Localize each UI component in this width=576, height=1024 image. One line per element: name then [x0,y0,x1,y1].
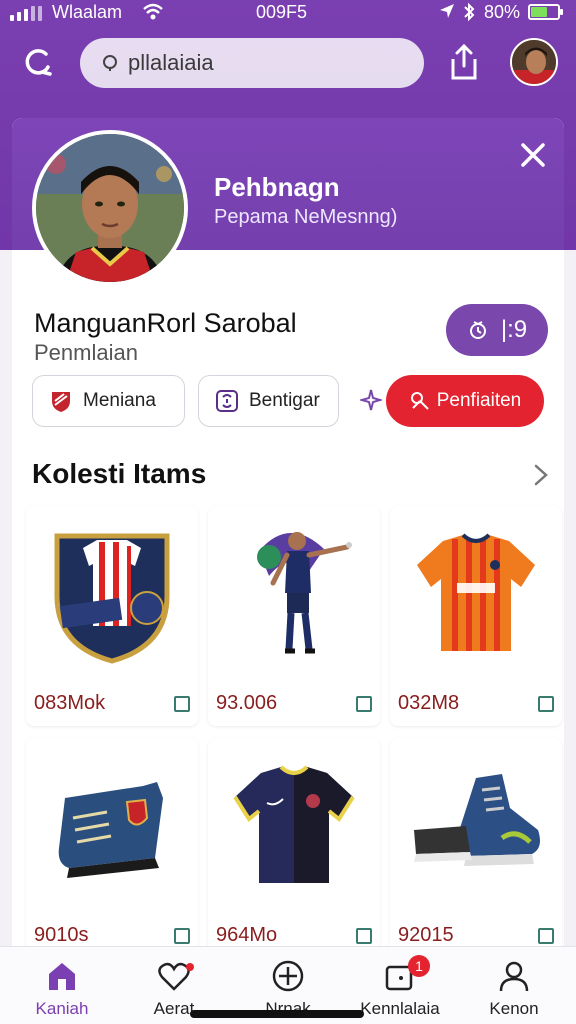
item-price: 964Mo [216,924,278,946]
search-icon [103,55,117,71]
collection-item[interactable]: 083Mok [26,506,198,726]
card-title: Pehbnagn [214,172,340,202]
profile-card: Pehbnagn Pepama NeMesnng) ManguanRorl Sa… [12,118,564,948]
collection-item[interactable]: 93.006 [208,506,380,726]
nav-wallet-label: Kennlalaia [360,999,440,1018]
nav-home-label: Kaniah [35,999,89,1018]
refresh-back-icon[interactable] [20,42,60,82]
shield-icon [52,392,70,412]
item-price: 083Mok [34,692,106,714]
select-checkbox[interactable] [356,696,372,712]
nav-wallet[interactable]: 1 Kennlalaia [350,955,450,1019]
avatar[interactable] [510,38,558,86]
item-price: 032M8 [398,692,460,714]
carrier-name: Wlaalam [52,2,123,22]
select-checkbox[interactable] [174,696,190,712]
chevron-right-icon[interactable] [530,462,552,488]
nav-favorites-label: Aerat [153,999,195,1018]
home-icon [49,963,75,990]
bentigar-label: Bentigar [249,390,320,411]
search-bar[interactable] [80,38,424,88]
signal-icon [10,6,42,21]
stat-value: |:9 [500,316,528,343]
orange-jersey-image [400,516,552,676]
profile-photo [32,130,188,286]
avatar-portrait [512,40,556,84]
bluetooth-icon [464,2,475,22]
share-icon[interactable] [446,42,482,82]
collection-item[interactable]: 92015 [390,738,562,948]
navy-jersey-image [218,748,370,908]
nav-home[interactable]: Kaniah [12,955,112,1019]
notification-badge: 1 [408,955,430,977]
collection-item[interactable]: 032M8 [390,506,562,726]
clock: 009F5 [256,2,308,22]
user-role: Penmlaian [34,340,138,365]
sparkle-icon[interactable] [360,388,382,412]
select-checkbox[interactable] [538,696,554,712]
person-icon [499,961,529,992]
close-icon[interactable] [518,140,548,170]
select-checkbox[interactable] [538,928,554,944]
user-name: ManguanRorl Sarobal [34,308,297,338]
plus-circle-icon [272,960,304,992]
app-header [0,30,576,100]
battery-percent: 80% [484,2,521,22]
blue-boot-image [36,748,188,908]
item-price: 92015 [398,924,454,946]
wifi-icon [143,3,163,20]
stat-badge[interactable]: |:9 [446,304,548,356]
player-figure-image [218,516,370,676]
collection-item[interactable]: 9010s [26,738,198,948]
player-portrait [36,134,184,282]
primary-action-label: Penfiaiten [436,390,522,411]
collection-title: Kolesti Itams [32,458,207,489]
tag-icon [410,392,429,410]
home-indicator [190,1010,364,1018]
club-crest-image [36,516,188,676]
battery-icon [528,4,563,20]
nav-profile-label: Kenon [489,999,539,1018]
meniana-label: Meniana [83,390,156,411]
scan-icon [216,390,238,412]
item-price: 93.006 [216,692,278,714]
badge-icon [469,321,486,339]
collection-item[interactable]: 964Mo [208,738,380,948]
primary-action-button[interactable]: Penfiaiten [386,375,544,427]
sneaker-image [400,748,552,908]
item-price: 9010s [34,924,89,946]
select-checkbox[interactable] [356,928,372,944]
status-bar: Wlaalam 009F5 80% [0,0,576,26]
card-subtitle: Pepama NeMesnng) [214,206,398,228]
notification-dot [186,963,194,971]
search-input[interactable] [128,50,408,76]
select-checkbox[interactable] [174,928,190,944]
location-icon [440,4,454,18]
meniana-button[interactable]: Meniana [32,375,185,427]
nav-profile[interactable]: Kenon [464,955,564,1019]
bentigar-button[interactable]: Bentigar [198,375,339,427]
